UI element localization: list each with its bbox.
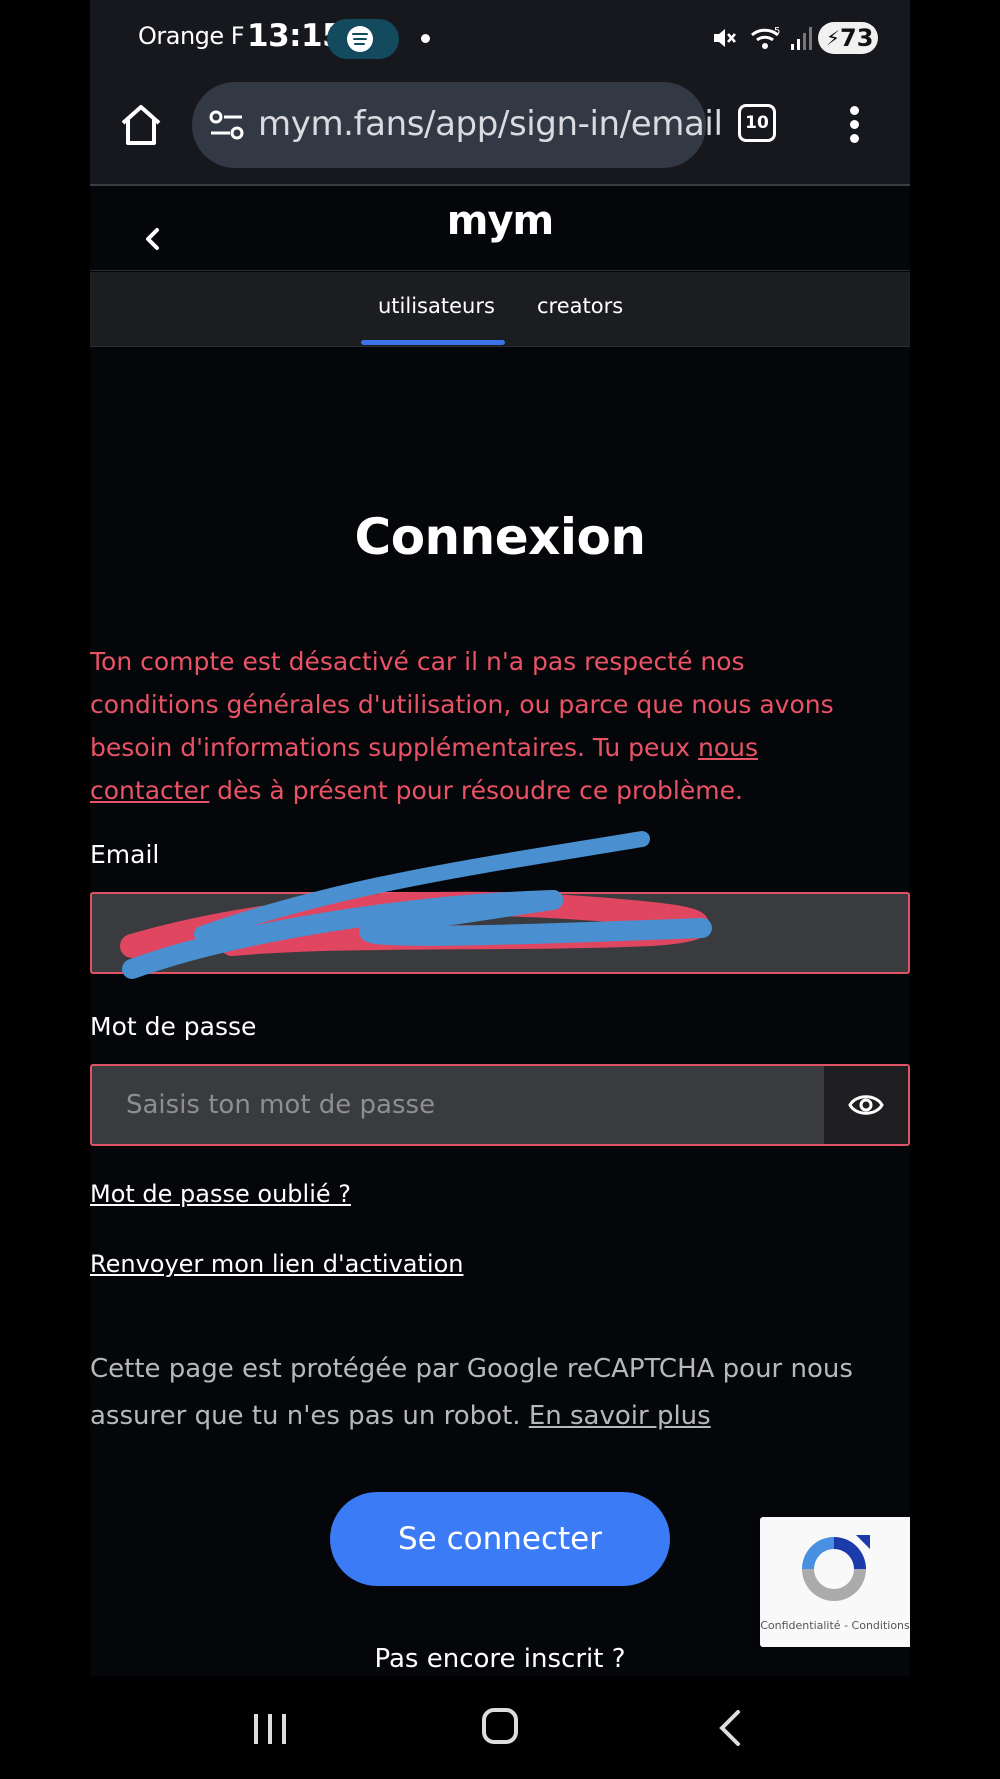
login-button[interactable]: Se connecter	[330, 1492, 670, 1586]
notification-dot-icon	[421, 34, 430, 43]
signal-icon	[791, 27, 812, 50]
password-label: Mot de passe	[90, 1012, 257, 1041]
system-back-icon[interactable]	[716, 1708, 742, 1748]
forgot-password-link[interactable]: Mot de passe oublié ?	[90, 1180, 351, 1208]
resend-activation-link[interactable]: Renvoyer mon lien d'activation	[90, 1250, 463, 1278]
page-title: Connexion	[354, 508, 646, 566]
recent-apps-icon[interactable]	[252, 1712, 288, 1746]
spotify-icon	[327, 19, 399, 59]
eye-icon	[848, 1095, 884, 1115]
wifi-icon: 5	[751, 26, 780, 49]
password-placeholder: Saisis ton mot de passe	[126, 1090, 436, 1120]
more-menu-icon[interactable]	[850, 106, 860, 144]
recaptcha-text: Cette page est protégée par Google reCAP…	[90, 1354, 853, 1431]
status-bar: Orange F 13:15 5 ⚡ 73	[90, 0, 910, 78]
error-message: Ton compte est désactivé car il n'a pas …	[90, 640, 850, 812]
address-bar[interactable]: mym.fans/app/sign-in/email	[192, 82, 723, 168]
account-type-tabs: utilisateurs creators	[90, 272, 910, 347]
mute-icon	[714, 29, 736, 47]
recaptcha-badge-text[interactable]: Confidentialité - Conditions	[760, 1619, 910, 1632]
error-text-end: dès à présent pour résoudre ce problème.	[209, 776, 743, 805]
learn-more-link[interactable]: En savoir plus	[529, 1401, 711, 1431]
tab-utilisateurs[interactable]: utilisateurs	[378, 294, 495, 318]
carrier-name: Orange F	[138, 22, 245, 50]
email-field[interactable]	[90, 831, 910, 979]
system-navigation-bar	[90, 1676, 910, 1779]
show-password-button[interactable]	[824, 1066, 908, 1144]
battery-icon: ⚡ 73	[818, 22, 878, 54]
site-settings-icon[interactable]	[208, 108, 246, 142]
battery-level: 73	[840, 24, 874, 52]
svg-text:5: 5	[774, 26, 780, 37]
signup-prompt[interactable]: Pas encore inscrit ?	[90, 1644, 910, 1674]
tab-creators[interactable]: creators	[537, 294, 623, 318]
browser-toolbar: mym.fans/app/sign-in/email 10	[90, 78, 910, 186]
email-label: Email	[90, 840, 160, 869]
recaptcha-logo-icon	[802, 1535, 870, 1601]
password-field[interactable]: Saisis ton mot de passe	[90, 1064, 910, 1146]
app-header: mym	[90, 186, 910, 271]
url-text[interactable]: mym.fans/app/sign-in/email	[258, 104, 723, 144]
recaptcha-badge[interactable]: Confidentialité - Conditions	[760, 1517, 910, 1647]
recaptcha-notice: Cette page est protégée par Google reCAP…	[90, 1346, 870, 1440]
mym-logo[interactable]: mym	[90, 198, 910, 244]
home-button-icon[interactable]	[482, 1708, 518, 1744]
phone-screen: Orange F 13:15 5 ⚡ 73 mym.fans/app/sign-…	[90, 0, 910, 1779]
active-tab-indicator	[361, 340, 505, 345]
home-icon[interactable]	[118, 102, 164, 148]
redaction-scribble	[120, 831, 712, 979]
tab-switcher-button[interactable]: 10	[738, 104, 776, 142]
